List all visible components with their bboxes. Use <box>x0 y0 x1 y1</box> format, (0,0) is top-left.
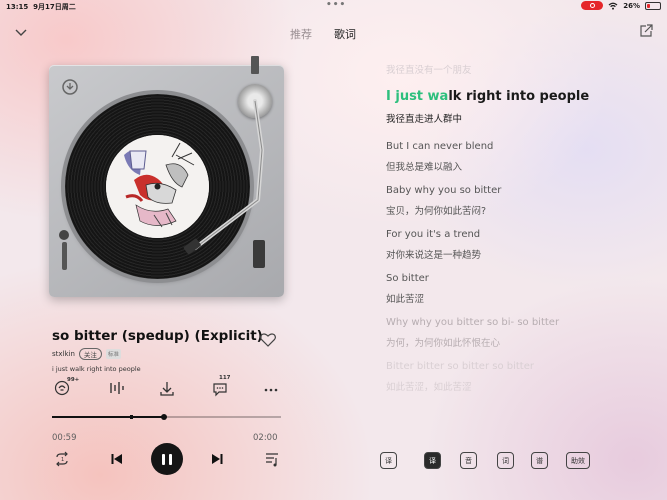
progress-fill <box>52 416 165 418</box>
download-button[interactable] <box>158 380 178 400</box>
translation-mode-button[interactable]: 译 <box>424 452 441 469</box>
more-icon <box>264 388 278 392</box>
follow-button[interactable]: 关注 <box>78 348 102 360</box>
word-lyrics-button[interactable]: 词 <box>497 452 514 469</box>
action-row: 99+ 117 <box>52 375 282 400</box>
lyric-line-translation[interactable]: 宝贝，为何你如此苦闷? <box>386 203 486 217</box>
progress-bar[interactable] <box>52 414 281 420</box>
lyric-effects-button[interactable]: 助效 <box>566 452 590 469</box>
lyric-toolbar: 译 译 音 词 谱 助效 <box>380 452 610 470</box>
svg-text:1: 1 <box>61 457 64 463</box>
current-time: 00:59 <box>52 433 77 443</box>
heart-icon[interactable] <box>259 332 277 348</box>
comment-count: 117 <box>219 375 231 381</box>
artist-row: stxlkin 关注 标准 <box>52 348 121 360</box>
previous-track-icon[interactable] <box>110 452 124 466</box>
lyric-line[interactable]: Baby why you so bitter <box>386 185 501 196</box>
tonearm <box>183 56 265 255</box>
next-track-icon[interactable] <box>210 452 224 466</box>
lyric-line[interactable]: But I can never blend <box>386 141 493 152</box>
lyric-line[interactable]: Why why you bitter so bi- so bitter <box>386 317 559 328</box>
lyric-line-translation[interactable]: 对你来说这是一种趋势 <box>386 247 481 261</box>
song-title: so bitter (spedup) (Explicit) <box>52 328 263 344</box>
listen-together-button[interactable]: 99+ <box>54 377 79 400</box>
lyric-line-translation[interactable]: 我径直走进人群中 <box>386 111 462 125</box>
lyric-line-active[interactable]: I just walk right into people <box>386 89 589 104</box>
lyric-line-translation[interactable]: 如此苦涩，如此苦涩 <box>386 379 472 393</box>
listen-together-badge: 99+ <box>67 377 80 383</box>
audio-effects-button[interactable] <box>108 380 128 400</box>
lyric-line-translation[interactable]: 但我总是难以融入 <box>386 159 462 173</box>
equalizer-icon <box>110 382 124 394</box>
sheet-music-button[interactable]: 谱 <box>531 452 548 469</box>
more-button[interactable] <box>262 380 282 400</box>
repeat-icon[interactable]: 1 <box>53 451 71 467</box>
lyric-line[interactable]: Bitter bitter so bitter so bitter <box>386 361 534 372</box>
current-lyric-line: i just walk right into people <box>52 365 141 373</box>
lyric-line[interactable]: For you it's a trend <box>386 229 480 240</box>
lyric-sung-part: I just wa <box>386 89 449 104</box>
lyric-line-translation[interactable]: 为何，为何你如此怀恨在心 <box>386 335 500 349</box>
artist-name[interactable]: stxlkin <box>52 350 75 358</box>
download-icon <box>160 382 174 396</box>
translate-toggle-button[interactable]: 译 <box>380 452 397 469</box>
lyric-unsung-part: lk right into people <box>448 89 590 104</box>
quality-badge[interactable]: 标准 <box>105 349 121 359</box>
comments-button[interactable]: 117 <box>211 375 231 400</box>
total-time: 02:00 <box>253 433 278 443</box>
lyric-line-translation[interactable]: 如此苦涩 <box>386 291 424 305</box>
lyric-line[interactable]: 我径直没有一个朋友 <box>386 62 472 76</box>
pause-button[interactable] <box>151 443 183 475</box>
playlist-icon[interactable] <box>264 451 280 467</box>
progress-marker <box>130 415 133 419</box>
comment-icon <box>213 383 227 397</box>
pause-icon <box>162 453 165 465</box>
lyric-line[interactable]: So bitter <box>386 273 429 284</box>
pronunciation-button[interactable]: 音 <box>460 452 477 469</box>
